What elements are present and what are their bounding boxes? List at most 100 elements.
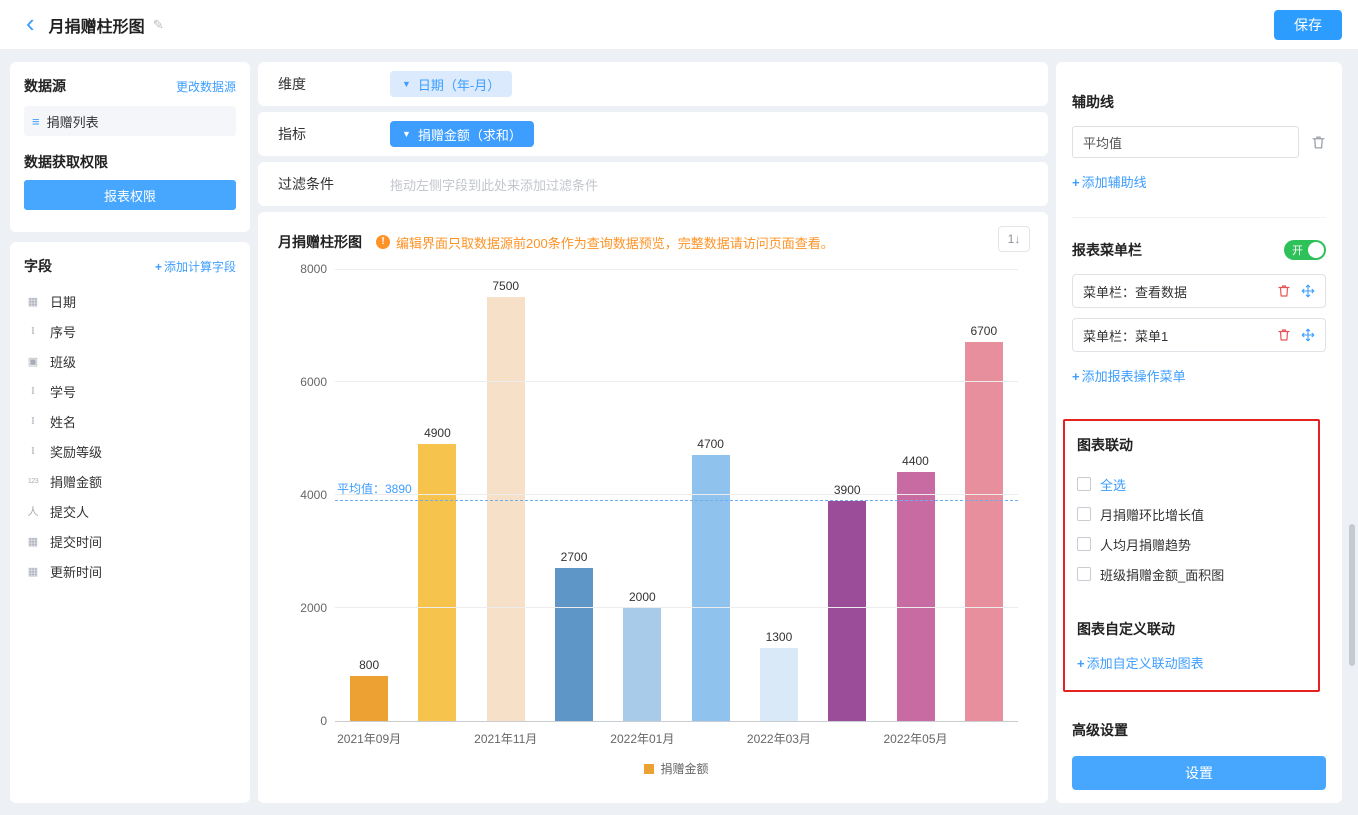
field-item[interactable]: 123 捐赠金额 — [16, 466, 244, 496]
field-item[interactable]: I序号 — [16, 316, 244, 346]
field-item[interactable]: ▦日期 — [16, 286, 244, 316]
bar-group[interactable]: 800 — [335, 658, 403, 721]
save-button[interactable]: 保存 — [1274, 10, 1342, 40]
back-icon[interactable]: ‹ — [26, 12, 35, 34]
auxiliary-line-input[interactable] — [1072, 126, 1299, 158]
field-item[interactable]: ▣ 班级 — [16, 346, 244, 376]
field-label: 姓名 — [50, 412, 76, 431]
report-permission-button[interactable]: 报表权限 — [24, 180, 236, 210]
bar-group[interactable]: 2700 — [540, 550, 608, 721]
legend-label: 捐赠金额 — [660, 760, 708, 777]
checkbox-icon[interactable] — [1077, 537, 1091, 551]
field-item[interactable]: I 姓名 — [16, 406, 244, 436]
bar — [418, 444, 456, 721]
dimension-row: 维度 ▼ 日期（年-月） — [258, 62, 1048, 106]
linkage-option[interactable]: 月捐赠环比增长值 — [1077, 499, 1306, 529]
field-label: 序号 — [50, 322, 76, 341]
gridline — [335, 381, 1018, 382]
linkage-option[interactable]: 人均月捐赠趋势 — [1077, 529, 1306, 559]
linkage-option[interactable]: 班级捐赠金额_面积图 — [1077, 559, 1306, 589]
filter-row: 过滤条件 拖动左侧字段到此处来添加过滤条件 — [258, 162, 1048, 206]
field-label: 捐赠金额 — [50, 472, 102, 491]
topbar: ‹ 月捐赠柱形图 ✎ 保存 — [0, 0, 1358, 50]
move-icon[interactable] — [1301, 284, 1315, 298]
dimension-label: 维度 — [278, 74, 390, 94]
plus-icon: + — [1072, 369, 1080, 384]
add-auxiliary-line-link[interactable]: +添加辅助线 — [1072, 172, 1326, 191]
select-all-option[interactable]: 全选 — [1077, 469, 1306, 499]
y-axis-label: 8000 — [277, 262, 327, 276]
datasource-panel: 数据源 更改数据源 ≡ 捐赠列表 数据获取权限 报表权限 — [10, 62, 250, 232]
select-all-label: 全选 — [1100, 475, 1126, 494]
average-line-label: 平均值：3890 — [337, 480, 412, 497]
bar-group[interactable]: 4700 — [677, 437, 745, 721]
trash-icon[interactable] — [1311, 135, 1326, 150]
datasource-item-label: 捐赠列表 — [47, 112, 99, 131]
text-icon: I — [25, 445, 41, 457]
bars-container: 800490075002700200047001300390044006700 — [335, 270, 1018, 721]
chart-plot-area: 平均值：3890 8004900750027002000470013003900… — [335, 270, 1018, 722]
edit-pencil-icon[interactable]: ✎ — [153, 17, 164, 33]
auxiliary-line-section: 辅助线 +添加辅助线 — [1072, 62, 1326, 191]
change-datasource-link[interactable]: 更改数据源 — [176, 78, 236, 95]
bar-group[interactable]: 1300 — [745, 630, 813, 721]
bar — [965, 342, 1003, 721]
text-icon: I — [25, 385, 41, 397]
bar-value-label: 2700 — [561, 550, 588, 564]
add-custom-linkage-link[interactable]: +添加自定义联动图表 — [1077, 653, 1306, 672]
gridline — [335, 607, 1018, 608]
add-calc-field-link[interactable]: +添加计算字段 — [155, 258, 236, 275]
plus-icon: + — [155, 260, 162, 274]
scrollbar-thumb[interactable] — [1349, 524, 1355, 666]
legend-swatch — [644, 764, 654, 774]
text-icon: I — [25, 415, 41, 427]
datasource-title: 数据源 — [24, 76, 66, 96]
checkbox-icon[interactable] — [1077, 477, 1091, 491]
datasource-item[interactable]: ≡ 捐赠列表 — [24, 106, 236, 136]
field-item[interactable]: I 奖励等级 — [16, 436, 244, 466]
preview-notice: ! 编辑界面只取数据源前200条作为查询数据预览，完整数据请访问页面查看。 — [376, 233, 834, 252]
y-axis-label: 2000 — [277, 601, 327, 615]
chevron-down-icon: ▼ — [402, 129, 411, 139]
field-item[interactable]: 人提交人 — [16, 496, 244, 526]
number-icon: 123 — [25, 478, 41, 485]
report-menu-toggle[interactable]: 开 — [1284, 240, 1326, 260]
bar — [350, 676, 388, 721]
bar — [760, 648, 798, 721]
metric-value: 捐赠金额（求和） — [418, 125, 522, 144]
add-report-menu-link[interactable]: +添加报表操作菜单 — [1072, 366, 1326, 385]
linkage-option-label: 人均月捐赠趋势 — [1100, 535, 1191, 554]
dimension-pill[interactable]: ▼ 日期（年-月） — [390, 71, 512, 97]
fields-title: 字段 — [24, 256, 52, 276]
bar — [692, 455, 730, 721]
trash-icon[interactable] — [1277, 328, 1291, 342]
move-icon[interactable] — [1301, 328, 1315, 342]
chart-legend[interactable]: 捐赠金额 — [335, 760, 1018, 777]
metric-pill[interactable]: ▼ 捐赠金额（求和） — [390, 121, 534, 147]
field-item[interactable]: ▦提交时间 — [16, 526, 244, 556]
sort-icon[interactable]: 1↓ — [998, 226, 1030, 252]
chart-panel: 月捐赠柱形图 ! 编辑界面只取数据源前200条作为查询数据预览，完整数据请访问页… — [258, 212, 1048, 803]
filter-label: 过滤条件 — [278, 174, 390, 194]
field-label: 班级 — [50, 352, 76, 371]
y-axis-label: 6000 — [277, 375, 327, 389]
linkage-option-label: 月捐赠环比增长值 — [1100, 505, 1204, 524]
bar-group[interactable]: 3900 — [813, 483, 881, 721]
bar-value-label: 6700 — [970, 324, 997, 338]
auxiliary-line-title: 辅助线 — [1072, 92, 1326, 112]
settings-button[interactable]: 设置 — [1072, 756, 1326, 790]
fields-list: ▦日期I序号▣班级I学号I姓名I奖励等级123捐赠金额人提交人▦提交时间▦更新时… — [10, 286, 250, 586]
filter-dropzone[interactable]: 拖动左侧字段到此处来添加过滤条件 — [390, 175, 598, 194]
field-item[interactable]: I学号 — [16, 376, 244, 406]
checkbox-icon[interactable] — [1077, 567, 1091, 581]
select-icon: ▣ — [25, 355, 41, 368]
field-item[interactable]: ▦更新时间 — [16, 556, 244, 586]
bar-value-label: 1300 — [766, 630, 793, 644]
gridline — [335, 269, 1018, 270]
checkbox-icon[interactable] — [1077, 507, 1091, 521]
bar-group[interactable]: 4900 — [403, 426, 471, 721]
bar-group[interactable]: 6700 — [950, 324, 1018, 721]
bar-group[interactable]: 2000 — [608, 590, 676, 721]
field-label: 奖励等级 — [50, 442, 102, 461]
trash-icon[interactable] — [1277, 284, 1291, 298]
